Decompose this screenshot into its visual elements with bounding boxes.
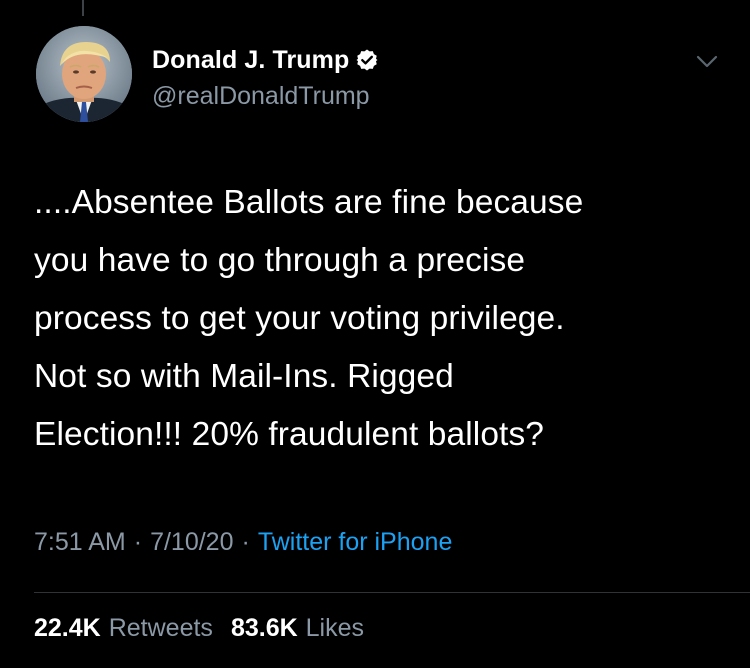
thread-connector-line bbox=[82, 0, 84, 16]
user-handle[interactable]: @realDonaldTrump bbox=[152, 82, 370, 111]
likes-count: 83.6K bbox=[230, 614, 298, 642]
retweets-count: 22.4K bbox=[34, 614, 101, 642]
meta-separator: · bbox=[133, 528, 143, 556]
tweet-metadata: 7:51 AM · 7/10/20 · Twitter for iPhone bbox=[34, 528, 452, 557]
verified-badge-icon bbox=[355, 48, 379, 72]
retweets-label: Retweets bbox=[108, 614, 213, 642]
tweet-source-link[interactable]: Twitter for iPhone bbox=[258, 528, 453, 557]
profile-photo bbox=[36, 26, 132, 122]
retweets-stat[interactable]: 22.4K Retweets bbox=[34, 614, 213, 643]
meta-separator: · bbox=[241, 528, 250, 556]
tweet-text: ....Absentee Ballots are fine because yo… bbox=[34, 184, 584, 453]
divider bbox=[34, 592, 750, 593]
likes-label: Likes bbox=[305, 614, 365, 642]
likes-stat[interactable]: 83.6K Likes bbox=[231, 614, 364, 643]
tweet-time[interactable]: 7:51 AM bbox=[34, 528, 126, 557]
name-row: Donald J. Trump bbox=[152, 44, 379, 76]
chevron-down-icon[interactable] bbox=[694, 48, 720, 74]
avatar[interactable] bbox=[36, 26, 132, 122]
tweet-date[interactable]: 7/10/20 bbox=[150, 528, 233, 557]
engagement-stats: 22.4K Retweets 83.6K Likes bbox=[34, 614, 364, 643]
display-name[interactable]: Donald J. Trump bbox=[152, 46, 349, 75]
